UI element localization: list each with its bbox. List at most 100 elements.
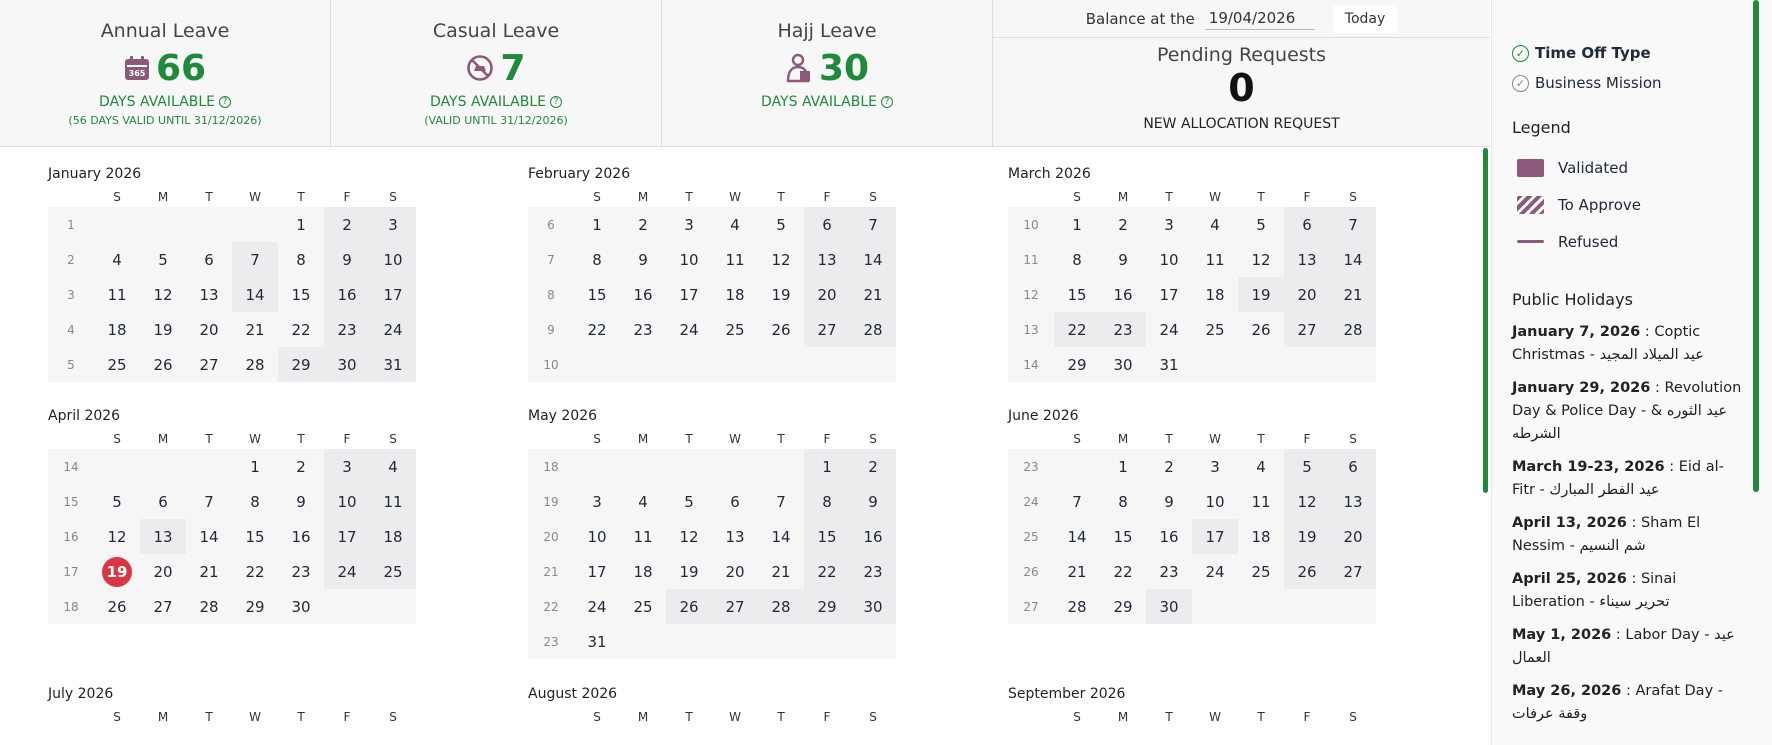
day-cell[interactable]: 3: [574, 484, 620, 519]
day-cell[interactable]: 31: [574, 624, 620, 659]
day-cell[interactable]: 28: [232, 347, 278, 382]
day-cell[interactable]: 23: [1100, 312, 1146, 347]
day-cell[interactable]: 13: [1284, 242, 1330, 277]
day-cell[interactable]: 7: [232, 242, 278, 277]
day-cell[interactable]: 5: [666, 484, 712, 519]
annual-leave-card[interactable]: Annual Leave 365 66 DAYS AVAILABLE? (56 …: [0, 0, 331, 147]
help-icon[interactable]: ?: [549, 96, 562, 108]
day-cell[interactable]: 6: [140, 484, 186, 519]
day-cell[interactable]: 16: [278, 519, 324, 554]
day-cell[interactable]: 29: [1100, 589, 1146, 624]
day-cell[interactable]: 27: [186, 347, 232, 382]
day-cell[interactable]: 26: [94, 589, 140, 624]
day-cell[interactable]: 6: [186, 242, 232, 277]
day-cell[interactable]: 22: [804, 554, 850, 589]
day-cell[interactable]: 22: [278, 312, 324, 347]
day-cell[interactable]: 17: [1192, 519, 1238, 554]
day-cell[interactable]: 26: [666, 589, 712, 624]
day-cell[interactable]: 29: [804, 589, 850, 624]
day-cell[interactable]: 8: [1100, 484, 1146, 519]
day-cell[interactable]: 27: [140, 589, 186, 624]
day-cell[interactable]: 4: [370, 449, 416, 484]
day-cell[interactable]: 23: [850, 554, 896, 589]
hajj-leave-card[interactable]: Hajj Leave 30 DAYS AVAILABLE?: [662, 0, 993, 147]
day-cell[interactable]: 14: [850, 242, 896, 277]
casual-leave-card[interactable]: Casual Leave 7 DAYS AVAILABLE? (VALID UN…: [331, 0, 662, 147]
day-cell[interactable]: 5: [1238, 207, 1284, 242]
day-cell[interactable]: 20: [712, 554, 758, 589]
day-cell[interactable]: 30: [278, 589, 324, 624]
day-cell[interactable]: 8: [232, 484, 278, 519]
day-cell[interactable]: 24: [1146, 312, 1192, 347]
day-cell[interactable]: 16: [850, 519, 896, 554]
day-cell[interactable]: 30: [850, 589, 896, 624]
day-cell[interactable]: 7: [850, 207, 896, 242]
day-cell[interactable]: 30: [1146, 589, 1192, 624]
day-cell[interactable]: 30: [324, 347, 370, 382]
day-cell[interactable]: 9: [278, 484, 324, 519]
day-cell[interactable]: 26: [1238, 312, 1284, 347]
day-cell[interactable]: 19: [140, 312, 186, 347]
day-cell[interactable]: 1: [574, 207, 620, 242]
day-cell[interactable]: 14: [758, 519, 804, 554]
help-icon[interactable]: ?: [880, 96, 893, 108]
day-cell[interactable]: 27: [1284, 312, 1330, 347]
day-cell[interactable]: 12: [1238, 242, 1284, 277]
day-cell[interactable]: 24: [1192, 554, 1238, 589]
day-cell[interactable]: 4: [1238, 449, 1284, 484]
day-cell[interactable]: 12: [1284, 484, 1330, 519]
day-cell[interactable]: 28: [850, 312, 896, 347]
day-cell[interactable]: 27: [804, 312, 850, 347]
day-cell[interactable]: 23: [620, 312, 666, 347]
day-cell[interactable]: 12: [666, 519, 712, 554]
day-cell[interactable]: 6: [1284, 207, 1330, 242]
day-cell[interactable]: 24: [370, 312, 416, 347]
day-cell[interactable]: 10: [324, 484, 370, 519]
day-cell[interactable]: 14: [1054, 519, 1100, 554]
day-cell[interactable]: 4: [1192, 207, 1238, 242]
day-cell[interactable]: 19: [94, 554, 140, 589]
pending-requests[interactable]: Pending Requests 0 NEW ALLOCATION REQUES…: [993, 38, 1490, 147]
day-cell[interactable]: 18: [94, 312, 140, 347]
day-cell[interactable]: 16: [324, 277, 370, 312]
day-cell[interactable]: 9: [850, 484, 896, 519]
day-cell[interactable]: 31: [1146, 347, 1192, 382]
day-cell[interactable]: 13: [1330, 484, 1376, 519]
day-cell[interactable]: 8: [278, 242, 324, 277]
day-cell[interactable]: 24: [666, 312, 712, 347]
sidebar-scrollbar[interactable]: [1753, 0, 1759, 492]
day-cell[interactable]: 18: [712, 277, 758, 312]
day-cell[interactable]: 26: [1284, 554, 1330, 589]
day-cell[interactable]: 16: [1100, 277, 1146, 312]
day-cell[interactable]: 13: [140, 519, 186, 554]
day-cell[interactable]: 15: [574, 277, 620, 312]
day-cell[interactable]: 22: [232, 554, 278, 589]
balance-date-input[interactable]: 19/04/2026: [1204, 7, 1315, 30]
day-cell[interactable]: 2: [324, 207, 370, 242]
day-cell[interactable]: 15: [278, 277, 324, 312]
day-cell[interactable]: 7: [1054, 484, 1100, 519]
day-cell[interactable]: 12: [140, 277, 186, 312]
day-cell[interactable]: 5: [1284, 449, 1330, 484]
day-cell[interactable]: 3: [1146, 207, 1192, 242]
today-button[interactable]: Today: [1332, 4, 1398, 33]
day-cell[interactable]: 2: [1146, 449, 1192, 484]
day-cell[interactable]: 17: [1146, 277, 1192, 312]
day-cell[interactable]: 25: [94, 347, 140, 382]
day-cell[interactable]: 28: [1054, 589, 1100, 624]
day-cell[interactable]: 21: [1330, 277, 1376, 312]
day-cell[interactable]: 3: [1192, 449, 1238, 484]
day-cell[interactable]: 22: [1054, 312, 1100, 347]
day-cell[interactable]: 25: [1238, 554, 1284, 589]
day-cell[interactable]: 11: [94, 277, 140, 312]
day-cell[interactable]: 9: [1146, 484, 1192, 519]
day-cell[interactable]: 27: [712, 589, 758, 624]
day-cell[interactable]: 9: [324, 242, 370, 277]
day-cell[interactable]: 29: [278, 347, 324, 382]
day-cell[interactable]: 20: [1284, 277, 1330, 312]
day-cell[interactable]: 4: [620, 484, 666, 519]
day-cell[interactable]: 14: [1330, 242, 1376, 277]
day-cell[interactable]: 17: [324, 519, 370, 554]
day-cell[interactable]: 25: [1192, 312, 1238, 347]
day-cell[interactable]: 8: [1054, 242, 1100, 277]
